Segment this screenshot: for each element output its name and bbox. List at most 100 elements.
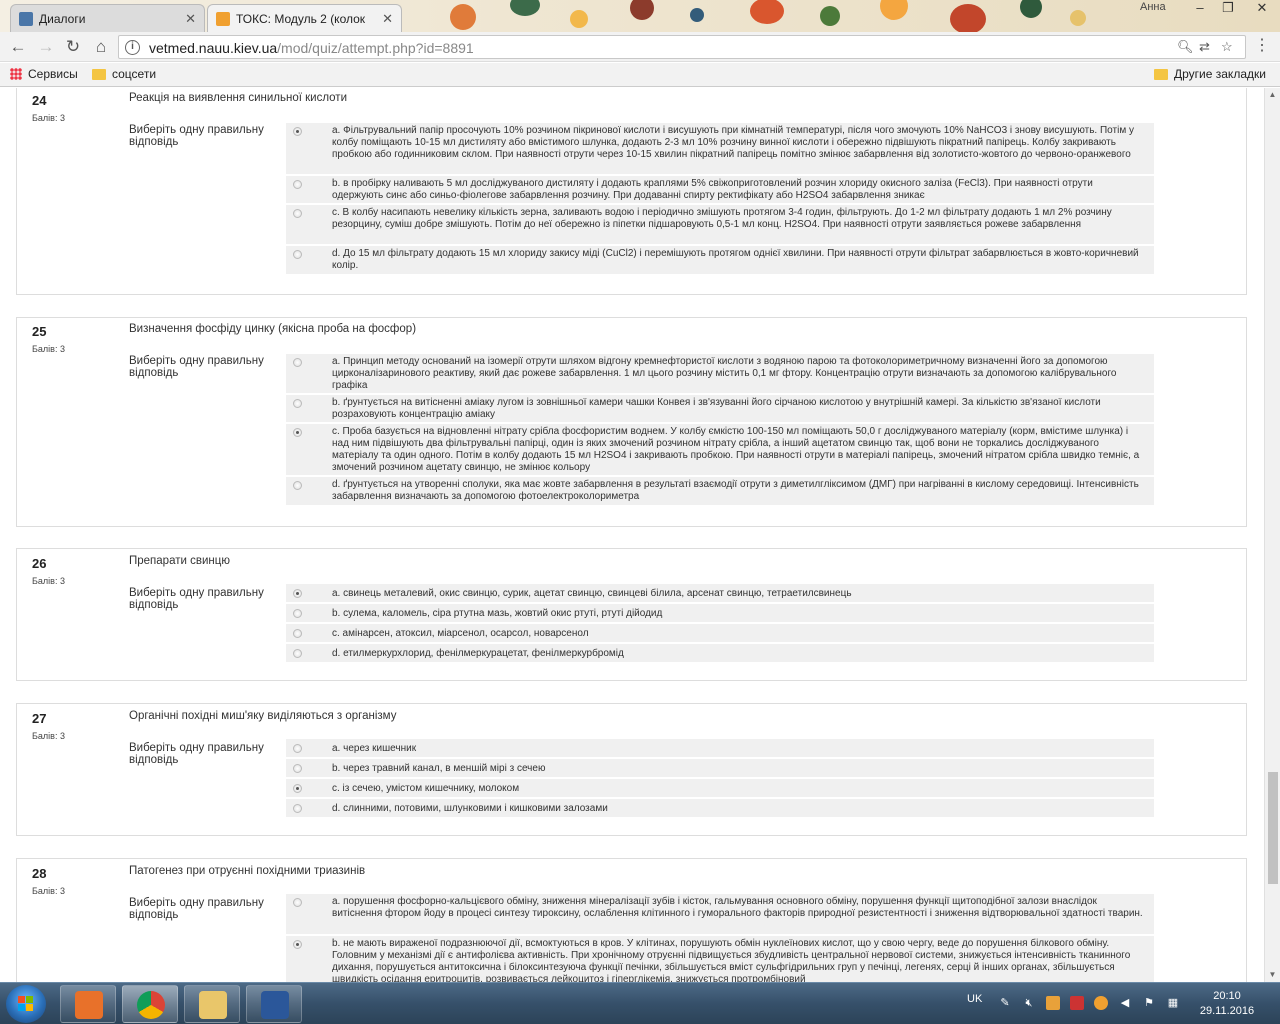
bookmark-star-icon[interactable]: ☆ xyxy=(1221,39,1233,55)
radio-button[interactable] xyxy=(293,898,302,907)
answer-option[interactable]: d. етилмеркурхлорид, фенілмеркурацетат, … xyxy=(286,644,1154,664)
speaker-icon[interactable]: ◀ xyxy=(1118,996,1132,1010)
scroll-up-icon[interactable]: ▲ xyxy=(1265,88,1280,102)
radio-button[interactable] xyxy=(293,358,302,367)
start-button[interactable] xyxy=(6,985,46,1023)
radio-button[interactable] xyxy=(293,209,302,218)
taskbar-chrome[interactable] xyxy=(122,985,178,1023)
back-icon[interactable]: ← xyxy=(8,37,28,57)
answer-text: d. етилмеркурхлорид, фенілмеркурацетат, … xyxy=(332,648,624,659)
restore-icon[interactable]: ❐ xyxy=(1214,0,1242,18)
home-icon[interactable]: ⌂ xyxy=(91,37,111,57)
radio-button[interactable] xyxy=(293,481,302,490)
radio-button[interactable] xyxy=(293,180,302,189)
tray-tool-icon[interactable]: ✎ xyxy=(998,996,1012,1010)
language-indicator[interactable]: UK xyxy=(967,993,982,1005)
answer-option[interactable]: c. із сечею, умістом кишечнику, молоком xyxy=(286,779,1154,799)
close-icon[interactable]: ✕ xyxy=(185,11,196,27)
radio-button[interactable] xyxy=(293,250,302,259)
answer-text: b. ґрунтується на витісненні аміаку луго… xyxy=(332,397,1101,420)
radio-button[interactable] xyxy=(293,764,302,773)
answer-option[interactable]: a. через кишечник xyxy=(286,739,1154,759)
answer-option[interactable]: c. В колбу насипають невелику кількість … xyxy=(286,205,1154,246)
minimize-icon[interactable]: – xyxy=(1186,0,1214,18)
answer-option[interactable]: b. сулема, каломель, сіра ртутна мазь, ж… xyxy=(286,604,1154,624)
answer-option[interactable]: c. Проба базується на відновленні нітрат… xyxy=(286,424,1154,477)
bookmark-other[interactable]: Другие закладки xyxy=(1154,67,1266,81)
radio-button[interactable] xyxy=(293,629,302,638)
radio-button[interactable] xyxy=(293,804,302,813)
bookmark-apps[interactable]: Сервисы xyxy=(10,67,78,81)
scrollbar-thumb[interactable] xyxy=(1268,772,1278,884)
radio-button[interactable] xyxy=(293,649,302,658)
question-text: Органічні похідні миш'яку виділяються з … xyxy=(129,710,397,722)
radio-button[interactable] xyxy=(293,940,302,949)
answer-option[interactable]: c. амінарсен, атоксил, міарсенол, осарсо… xyxy=(286,624,1154,644)
answer-text: a. порушення фосфорно-кальцієвого обміну… xyxy=(332,896,1143,919)
close-window-icon[interactable]: ✕ xyxy=(1244,0,1280,18)
answer-option[interactable]: b. через травний канал, в меншій мірі з … xyxy=(286,759,1154,779)
tray-app-icon[interactable] xyxy=(1094,996,1108,1010)
answer-option[interactable]: a. Фільтрувальний папір просочують 10% р… xyxy=(286,123,1154,176)
translate-icon[interactable]: ⇄ xyxy=(1199,39,1210,55)
reload-icon[interactable]: ↻ xyxy=(63,37,83,57)
answer-text: b. сулема, каломель, сіра ртутна мазь, ж… xyxy=(332,608,663,619)
theme-decoration xyxy=(430,0,1130,32)
taskbar-word[interactable] xyxy=(246,985,302,1023)
forward-icon[interactable]: → xyxy=(36,37,56,57)
vk-icon xyxy=(19,11,33,26)
answer-text: b. в пробірку наливають 5 мл досліджуван… xyxy=(332,178,1093,201)
tab-dialogs[interactable]: Диалоги ✕ xyxy=(10,4,205,32)
tab-title: Диалоги xyxy=(39,11,86,26)
address-bar[interactable]: i vetmed.nauu.kiev.ua/mod/quiz/attempt.p… xyxy=(118,35,1246,59)
volume-muted-icon[interactable]: 🔇︎ xyxy=(1022,996,1036,1010)
answer-option[interactable]: d. До 15 мл фільтрату додають 15 мл хлор… xyxy=(286,246,1154,276)
folder-icon xyxy=(92,68,106,80)
radio-button[interactable] xyxy=(293,127,302,136)
menu-icon[interactable]: ⋮ xyxy=(1254,38,1270,54)
network-icon[interactable]: ▦ xyxy=(1166,996,1180,1010)
moodle-icon xyxy=(216,11,230,26)
page-scrollbar[interactable]: ▲ ▼ xyxy=(1264,88,1280,982)
taskbar-media-player[interactable] xyxy=(60,985,116,1023)
page-content: 24 Балів: 3 Реакція на виявлення синильн… xyxy=(0,88,1264,982)
windows-taskbar: UK ✎ 🔇︎ ◀ ⚑ ▦ 20:10 29.11.2016 xyxy=(0,982,1280,1024)
radio-button[interactable] xyxy=(293,784,302,793)
answer-text: a. Принцип методу оснований на ізомерії … xyxy=(332,356,1117,391)
answer-option[interactable]: d. слинними, потовими, шлунковими і кишк… xyxy=(286,799,1154,819)
windows-logo-icon xyxy=(18,996,34,1012)
answer-option[interactable]: a. Принцип методу оснований на ізомерії … xyxy=(286,354,1154,395)
answer-option[interactable]: b. в пробірку наливають 5 мл досліджуван… xyxy=(286,176,1154,205)
answer-option[interactable]: a. свинець металевий, окис свинцю, сурик… xyxy=(286,584,1154,604)
radio-button[interactable] xyxy=(293,609,302,618)
close-icon[interactable]: ✕ xyxy=(382,11,393,27)
tray-app-icon[interactable] xyxy=(1046,996,1060,1010)
question-text: Визначення фосфіду цинку (якісна проба н… xyxy=(129,323,417,335)
answer-option[interactable]: a. порушення фосфорно-кальцієвого обміну… xyxy=(286,894,1154,936)
taskbar-explorer[interactable] xyxy=(184,985,240,1023)
radio-button[interactable] xyxy=(293,428,302,437)
radio-button[interactable] xyxy=(293,744,302,753)
radio-button[interactable] xyxy=(293,589,302,598)
question-text: Реакція на виявлення синильної кислоти xyxy=(129,92,347,104)
scroll-down-icon[interactable]: ▼ xyxy=(1265,968,1280,982)
action-center-flag-icon[interactable]: ⚑ xyxy=(1142,996,1156,1010)
apps-icon xyxy=(10,68,22,80)
zoom-icon[interactable]: 🔍︎ xyxy=(1177,39,1194,55)
tab-quiz[interactable]: ТОКС: Модуль 2 (колок ✕ xyxy=(207,4,402,32)
answer-list: a. порушення фосфорно-кальцієвого обміну… xyxy=(286,894,1154,982)
system-clock[interactable]: 20:10 29.11.2016 xyxy=(1196,989,1258,1019)
answer-option[interactable]: d. ґрунтується на утворенні сполуки, яка… xyxy=(286,477,1154,507)
question-grade: Балів: 3 xyxy=(32,344,65,354)
url-text[interactable]: vetmed.nauu.kiev.ua/mod/quiz/attempt.php… xyxy=(149,40,474,56)
answer-option[interactable]: b. ґрунтується на витісненні аміаку луго… xyxy=(286,395,1154,424)
profile-name[interactable]: Анна xyxy=(1140,1,1166,13)
question-28: 28 Балів: 3 Патогенез при отруєнні похід… xyxy=(16,858,1247,982)
radio-button[interactable] xyxy=(293,399,302,408)
media-player-icon xyxy=(75,991,103,1019)
tray-app-icon[interactable] xyxy=(1070,996,1084,1010)
answer-option[interactable]: b. не мають вираженої подразнюючої дії, … xyxy=(286,936,1154,982)
info-icon[interactable]: i xyxy=(125,40,140,55)
bookmark-folder-social[interactable]: соцсети xyxy=(92,67,156,81)
answer-text: d. слинними, потовими, шлунковими і кишк… xyxy=(332,803,608,814)
